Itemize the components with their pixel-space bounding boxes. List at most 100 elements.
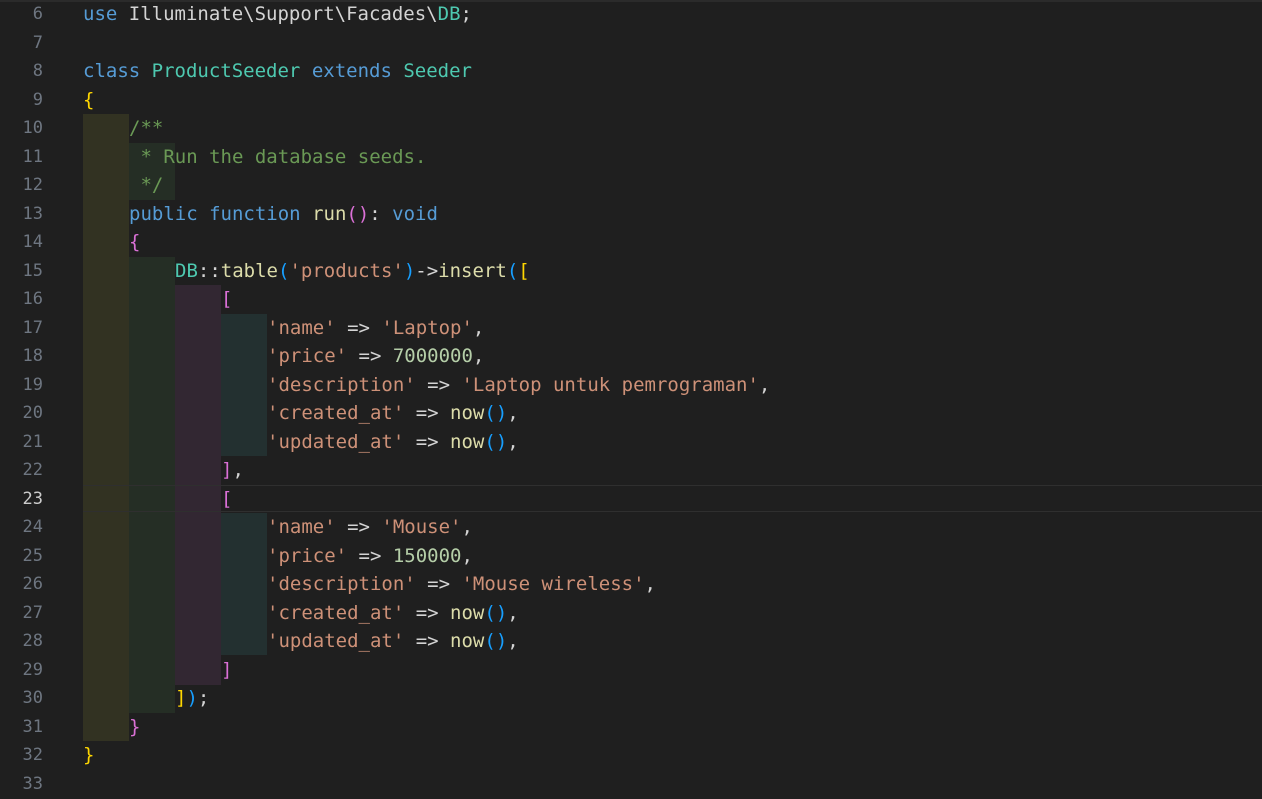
operator: -> [415, 259, 439, 282]
function-name: insert [438, 259, 507, 282]
operator: => [404, 430, 451, 453]
array-key: 'name' [267, 516, 336, 538]
operator: => [335, 516, 382, 538]
code-line-17: 'name' => 'Laptop', [267, 314, 484, 343]
code-line-20: 'created_at' => now(), [267, 399, 519, 428]
punctuation: , [507, 402, 519, 424]
code-line-21: 'updated_at' => now(), [267, 428, 519, 457]
parent-class-name: Seeder [403, 60, 472, 82]
operator: => [404, 630, 451, 652]
code-editor[interactable]: 6 7 8 9 10 11 12 13 14 15 16 17 18 19 20… [0, 0, 1262, 799]
punctuation: ; [197, 687, 210, 709]
bracket: ) [186, 687, 198, 709]
keyword-function: function [209, 202, 301, 225]
array-key: 'updated_at' [267, 430, 405, 453]
code-line-32: } [83, 741, 94, 770]
number: 150000 [392, 544, 462, 567]
doc-comment: */ [129, 174, 164, 196]
code-line-23: [ [221, 485, 232, 514]
code-line-26: 'description' => 'Mouse wireless', [267, 570, 656, 599]
code-line-11: * Run the database seeds. [129, 143, 426, 172]
bracket: ) [403, 259, 416, 282]
class-name: DB [437, 3, 461, 25]
doc-comment: * Run the database seeds. [129, 145, 427, 168]
number: 7000000 [392, 345, 473, 367]
array-key: 'price' [267, 544, 348, 567]
operator: => [415, 573, 462, 595]
code-line-24: 'name' => 'Mouse', [267, 513, 473, 542]
punctuation: , [758, 373, 771, 396]
keyword-use: use [83, 3, 118, 25]
function-name: run [312, 202, 347, 225]
code-line-8: class ProductSeeder extends Seeder [83, 57, 472, 86]
string: 'products' [289, 259, 404, 282]
operator: => [404, 601, 451, 624]
code-line-27: 'created_at' => now(), [267, 599, 519, 628]
operator: => [415, 373, 462, 396]
class-name: DB [175, 259, 198, 282]
bracket: { [83, 88, 95, 111]
doc-comment: /** [129, 117, 164, 139]
function-name: now [450, 630, 485, 652]
punctuation: , [232, 459, 244, 481]
string: 'Laptop untuk pemrograman' [461, 373, 759, 396]
code-line-10: /** [129, 114, 163, 143]
class-name: ProductSeeder [151, 60, 301, 82]
punctuation: : [369, 202, 393, 225]
code-line-14: { [129, 228, 140, 257]
code-line-9: { [83, 86, 94, 115]
code-area[interactable]: use Illuminate\Support\Facades\DB; class… [0, 0, 1262, 799]
code-line-6: use Illuminate\Support\Facades\DB; [83, 0, 472, 29]
bracket: () [346, 202, 370, 225]
string: 'Laptop' [381, 316, 473, 339]
punctuation: , [507, 630, 519, 652]
punctuation: ; [460, 3, 472, 25]
array-key: 'price' [267, 345, 348, 367]
string: 'Mouse wireless' [461, 573, 645, 595]
punctuation: , [472, 345, 485, 367]
array-key: 'updated_at' [267, 630, 405, 652]
bracket: } [83, 744, 95, 766]
bracket: [ [518, 259, 530, 282]
bracket: [ [221, 487, 233, 510]
array-key: 'name' [267, 316, 336, 339]
punctuation: :: [197, 259, 221, 282]
code-line-19: 'description' => 'Laptop untuk pemrogram… [267, 371, 770, 400]
code-line-18: 'price' => 7000000, [267, 342, 484, 371]
bracket: () [484, 402, 508, 424]
code-line-16: [ [221, 285, 232, 314]
keyword-public: public [129, 202, 198, 225]
bracket: ] [221, 658, 233, 681]
punctuation: , [507, 430, 519, 453]
operator: => [347, 345, 393, 367]
keyword-extends: extends [311, 60, 392, 82]
array-key: 'created_at' [267, 402, 405, 424]
code-line-22: ], [221, 456, 244, 485]
code-line-29: ] [221, 656, 232, 685]
keyword-class: class [83, 60, 141, 82]
bracket: [ [221, 288, 233, 310]
punctuation: , [461, 516, 473, 538]
return-type: void [392, 202, 438, 225]
bracket: } [129, 715, 141, 738]
code-line-28: 'updated_at' => now(), [267, 627, 519, 656]
bracket: { [129, 231, 141, 253]
code-line-30: ]); [175, 684, 209, 713]
bracket: ( [277, 259, 290, 282]
function-name: now [450, 402, 485, 424]
array-key: 'created_at' [267, 601, 405, 624]
code-line-15: DB::table('products')->insert([ [175, 257, 530, 286]
array-key: 'description' [267, 373, 416, 396]
punctuation: , [461, 544, 473, 567]
operator: => [404, 402, 451, 424]
bracket: ] [221, 459, 233, 481]
namespace-path: Illuminate\Support\Facades\ [117, 3, 438, 25]
code-line-12: */ [129, 171, 163, 200]
bracket: () [484, 630, 508, 652]
punctuation: , [472, 316, 485, 339]
bracket: () [484, 601, 508, 624]
bracket: ( [506, 259, 519, 282]
string: 'Mouse' [381, 516, 462, 538]
code-line-31: } [129, 713, 140, 742]
code-line-13: public function run(): void [129, 200, 438, 229]
